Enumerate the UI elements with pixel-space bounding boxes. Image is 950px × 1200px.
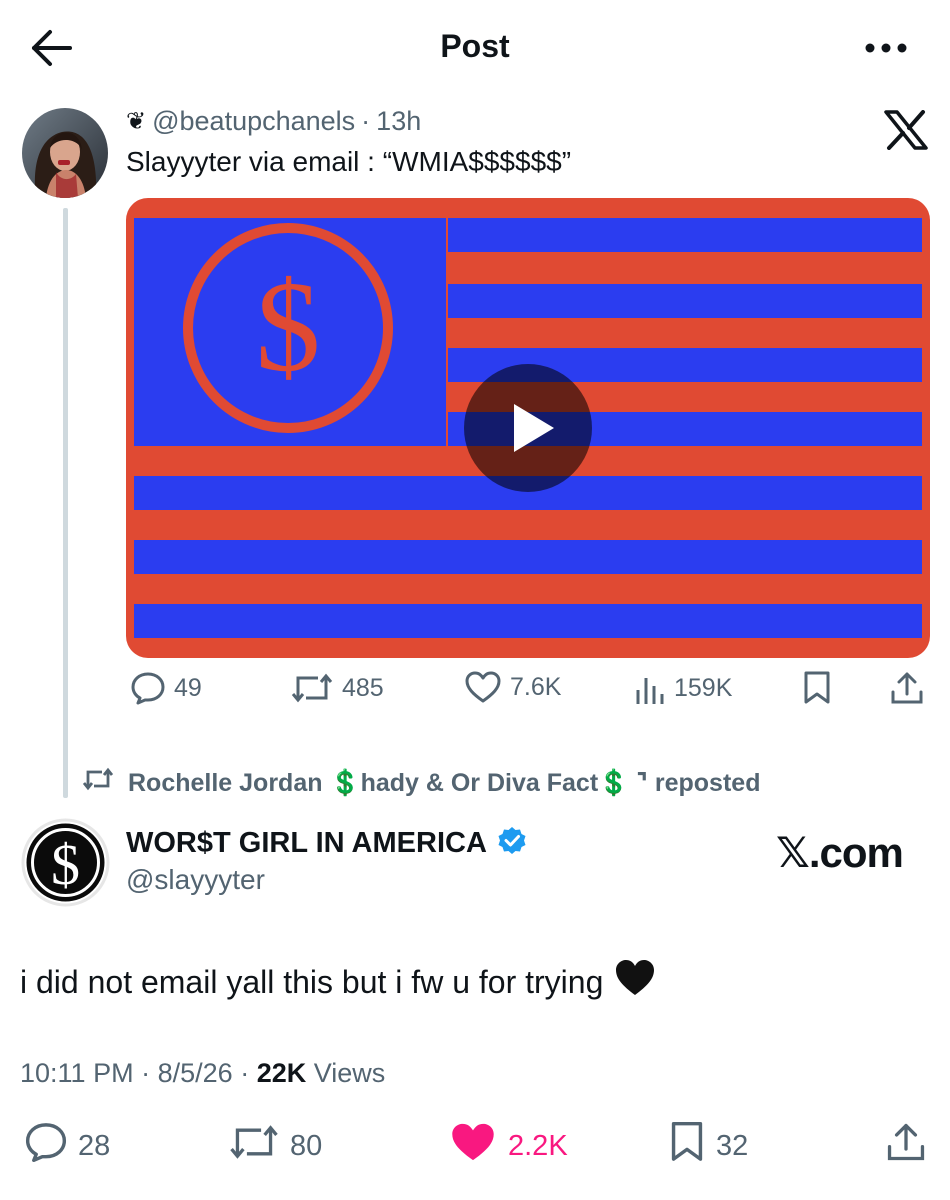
views-total[interactable]: 22K — [257, 1058, 307, 1088]
post-text-body: i did not email yall this but i fw u for… — [20, 963, 604, 1000]
like-count: 7.6K — [510, 672, 562, 701]
like-button[interactable]: 7.6K — [464, 670, 561, 704]
post-date: 8/5/26 — [157, 1058, 233, 1088]
views-label: Views — [313, 1058, 386, 1088]
share-icon — [890, 670, 924, 706]
share-button[interactable] — [890, 670, 924, 706]
verified-badge-icon — [497, 826, 527, 861]
reply-icon — [130, 670, 166, 706]
repost-icon — [82, 766, 114, 799]
post-time: 10:11 PM — [20, 1058, 134, 1088]
repost-banner[interactable]: Rochelle Jordan 💲hady & Or Diva Fact💲 ⌝ … — [82, 766, 760, 799]
repost-button[interactable]: 80 — [228, 1120, 322, 1172]
like-button[interactable]: 2.2K — [448, 1120, 568, 1172]
repost-icon — [228, 1120, 280, 1172]
x-logo-icon — [884, 110, 928, 150]
views-button[interactable]: 159K — [634, 670, 732, 706]
author-info: WOR$T GIRL IN AMERICA — [126, 826, 527, 861]
bookmark-button[interactable]: 32 — [668, 1120, 748, 1172]
author-handle[interactable]: @slayyyter — [126, 864, 265, 896]
analytics-icon — [634, 670, 666, 706]
quoted-post-meta: ❦ @beatupchanels · 13h — [126, 106, 421, 137]
avatar[interactable] — [22, 108, 108, 198]
reply-button[interactable]: 49 — [130, 670, 202, 706]
repost-banner-text: Rochelle Jordan 💲hady & Or Diva Fact💲 ⌝ … — [128, 768, 761, 797]
bookmark-count: 32 — [716, 1129, 749, 1162]
repost-count: 485 — [342, 673, 384, 702]
separator-dot: · — [141, 1058, 151, 1088]
more-options-icon[interactable] — [862, 30, 910, 66]
heart-bow-emoji: ❦ — [126, 108, 147, 135]
thread-connector-line — [63, 208, 68, 798]
quoted-post-time[interactable]: 13h — [376, 106, 421, 137]
like-count: 2.2K — [508, 1129, 568, 1162]
quoted-post-text: Slayyyter via email : “WMIA$$$$$$” — [126, 146, 572, 177]
post-meta: 10:11 PM · 8/5/26 · 22K Views — [20, 1058, 385, 1089]
post-text: i did not email yall this but i fw u for… — [20, 958, 657, 1006]
reply-count: 49 — [174, 673, 202, 702]
repost-count: 80 — [290, 1129, 323, 1162]
quoted-post-actions: 49 485 7.6K 159K — [126, 670, 930, 716]
svg-text:$: $ — [256, 255, 321, 399]
reply-icon — [24, 1120, 68, 1172]
svg-text:$: $ — [51, 832, 80, 897]
reply-count: 28 — [78, 1129, 111, 1162]
black-heart-emoji — [613, 958, 657, 1006]
x-watermark: 𝕏.com — [776, 829, 904, 876]
separator-dot: · — [240, 1058, 250, 1088]
views-count: 159K — [674, 673, 733, 702]
heart-filled-icon — [448, 1120, 498, 1172]
repost-icon — [290, 670, 334, 706]
bookmark-button[interactable] — [802, 670, 832, 706]
repost-button[interactable]: 485 — [290, 670, 384, 706]
page-title: Post — [440, 28, 510, 64]
share-button[interactable] — [886, 1120, 926, 1172]
post-header: Post — [0, 0, 950, 95]
bookmark-icon — [668, 1120, 706, 1172]
quoted-post-handle[interactable]: @beatupchanels — [152, 106, 355, 137]
avatar[interactable]: $ — [21, 818, 110, 907]
share-icon — [886, 1120, 926, 1172]
play-button-icon[interactable] — [464, 364, 592, 492]
reply-button[interactable]: 28 — [24, 1120, 110, 1172]
author-display-name[interactable]: WOR$T GIRL IN AMERICA — [126, 827, 487, 860]
post-actions: 28 80 2.2K 32 — [20, 1120, 930, 1176]
heart-outline-icon — [464, 670, 502, 704]
bookmark-icon — [802, 670, 832, 706]
separator-dot: · — [361, 106, 371, 136]
